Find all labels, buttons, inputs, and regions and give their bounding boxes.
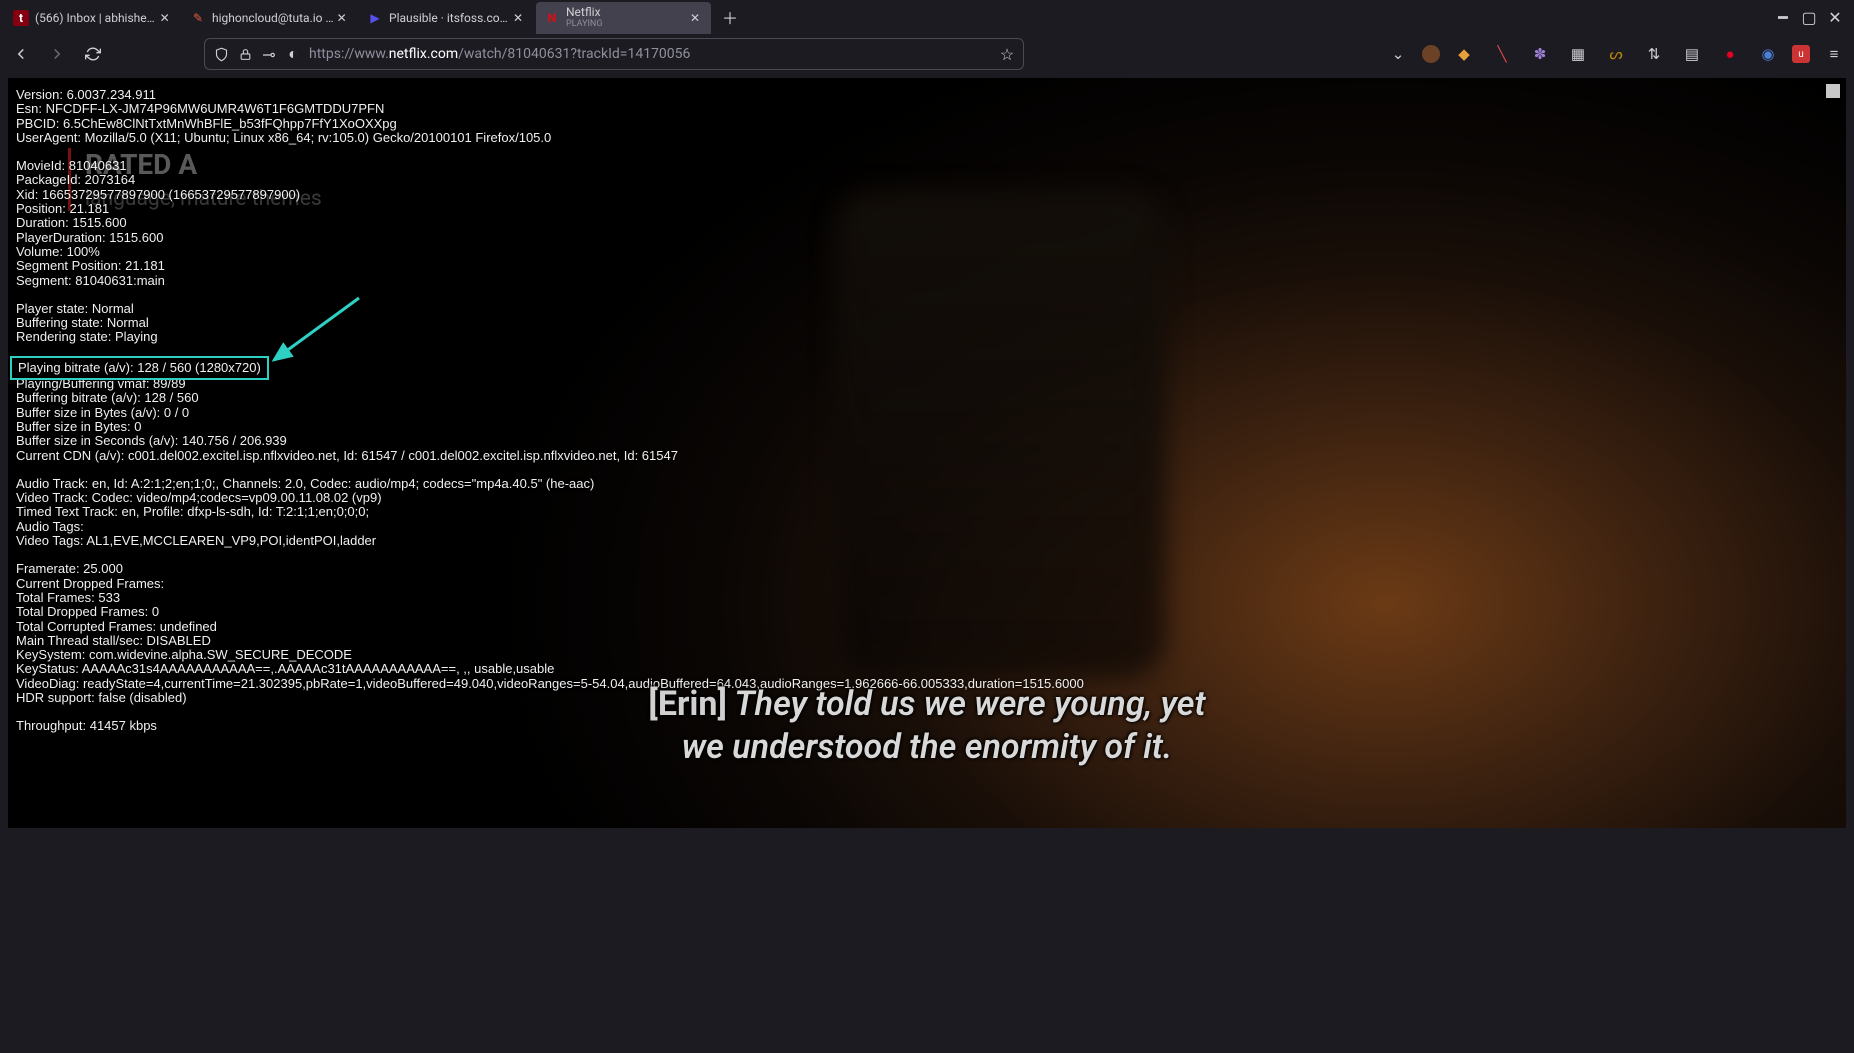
tab-bar: t (566) Inbox | abhishek@li ✕ ✎ highoncl… xyxy=(0,0,1854,34)
bookmark-icon[interactable]: ☆ xyxy=(999,46,1015,62)
close-icon[interactable]: ✕ xyxy=(687,10,703,26)
maximize-button[interactable]: ▢ xyxy=(1802,10,1816,24)
extension-icon-10[interactable]: u xyxy=(1792,45,1810,63)
debug-mainthread: Main Thread stall/sec: DISABLED xyxy=(16,634,1084,648)
subtitle: [Erin] They told us we were young, yet w… xyxy=(8,683,1846,768)
tab-netflix[interactable]: N Netflix PLAYING ✕ xyxy=(536,2,711,34)
debug-volume: Volume: 100% xyxy=(16,245,1084,259)
hamburger-menu-icon[interactable]: ≡ xyxy=(1820,40,1848,68)
debug-buffersizebytes: Buffer size in Bytes (a/v): 0 / 0 xyxy=(16,406,1084,420)
debug-movieid: MovieId: 81040631 xyxy=(16,159,1084,173)
close-icon[interactable]: ✕ xyxy=(510,10,526,26)
debug-playerduration: PlayerDuration: 1515.600 xyxy=(16,231,1084,245)
debug-buffersizesec: Buffer size in Seconds (a/v): 140.756 / … xyxy=(16,434,1084,448)
extension-icon-9[interactable]: ◉ xyxy=(1754,40,1782,68)
extension-icon-1[interactable] xyxy=(1422,45,1440,63)
forward-button[interactable] xyxy=(42,39,72,69)
close-icon[interactable]: ✕ xyxy=(157,10,172,26)
close-debug-button[interactable] xyxy=(1826,84,1840,98)
subtitle-line-2: we understood the enormity of it. xyxy=(682,727,1172,767)
close-window-button[interactable]: ✕ xyxy=(1828,10,1842,24)
debug-renderingstate: Rendering state: Playing xyxy=(16,330,1084,344)
extension-icon-7[interactable]: ⇅ xyxy=(1640,40,1668,68)
extension-icon-8[interactable]: ▤ xyxy=(1678,40,1706,68)
back-button[interactable] xyxy=(6,39,36,69)
debug-cdn: Current CDN (a/v): c001.del002.excitel.i… xyxy=(16,449,1084,463)
debug-audiotags: Audio Tags: xyxy=(16,520,1084,534)
extension-icon-2[interactable]: ◆ xyxy=(1450,40,1478,68)
debug-bufferingstate: Buffering state: Normal xyxy=(16,316,1084,330)
lock-icon[interactable] xyxy=(237,46,253,62)
debug-framerate: Framerate: 25.000 xyxy=(16,562,1084,576)
tab-label: Netflix xyxy=(566,6,602,19)
debug-useragent: UserAgent: Mozilla/5.0 (X11; Ubuntu; Lin… xyxy=(16,131,1084,145)
extension-icon-6[interactable]: ᔕ xyxy=(1602,40,1630,68)
debug-playerstate: Player state: Normal xyxy=(16,302,1084,316)
permission-icon[interactable]: ◐ xyxy=(285,46,301,62)
debug-overlay: Version: 6.0037.234.911 Esn: NFCDFF-LX-J… xyxy=(16,88,1084,734)
pocket-icon[interactable]: ⌄ xyxy=(1384,40,1412,68)
close-icon[interactable]: ✕ xyxy=(334,10,349,26)
video-viewport: RATED A language, mature themes Version:… xyxy=(8,78,1846,828)
debug-position: Position: 21.181 xyxy=(16,202,1084,216)
tuta-icon: t xyxy=(13,10,29,26)
extension-icon-3[interactable]: ╲ xyxy=(1488,40,1516,68)
url-bar[interactable]: ⊸ ◐ https://www.netflix.com/watch/810406… xyxy=(204,38,1024,70)
debug-corrupted: Total Corrupted Frames: undefined xyxy=(16,620,1084,634)
debug-segpos: Segment Position: 21.181 xyxy=(16,259,1084,273)
toolbar-icons: ⌄ ◆ ╲ ✽ ▦ ᔕ ⇅ ▤ ● ◉ u ≡ xyxy=(1384,40,1848,68)
tab-label: (566) Inbox | abhishek@li xyxy=(35,11,157,25)
extension-icon-4[interactable]: ✽ xyxy=(1526,40,1554,68)
reload-button[interactable] xyxy=(78,39,108,69)
debug-bufferingbitrate: Buffering bitrate (a/v): 128 / 560 xyxy=(16,391,1084,405)
netflix-icon: N xyxy=(544,10,560,26)
feather-icon: ✎ xyxy=(190,10,206,26)
url-text: https://www.netflix.com/watch/81040631?t… xyxy=(309,46,991,62)
debug-videotags: Video Tags: AL1,EVE,MCCLEAREN_VP9,POI,id… xyxy=(16,534,1084,548)
debug-keystatus: KeyStatus: AAAAAc31s4AAAAAAAAAAA==,.AAAA… xyxy=(16,662,1084,676)
plausible-icon: ▶ xyxy=(367,10,383,26)
new-tab-button[interactable]: ＋ xyxy=(716,3,744,31)
debug-totaldropped: Total Dropped Frames: 0 xyxy=(16,605,1084,619)
shield-icon[interactable] xyxy=(213,46,229,62)
tab-highoncloud[interactable]: ✎ highoncloud@tuta.io - Tu ✕ xyxy=(182,2,357,34)
tab-label: highoncloud@tuta.io - Tu xyxy=(212,11,334,25)
debug-segment: Segment: 81040631:main xyxy=(16,274,1084,288)
key-icon[interactable]: ⊸ xyxy=(261,46,277,62)
minimize-button[interactable]: ━ xyxy=(1776,10,1790,24)
debug-droppedcurrent: Current Dropped Frames: xyxy=(16,577,1084,591)
debug-totalframes: Total Frames: 533 xyxy=(16,591,1084,605)
tab-label: Plausible · itsfoss.com xyxy=(389,11,510,25)
pinterest-icon[interactable]: ● xyxy=(1716,40,1744,68)
debug-audiotrack: Audio Track: en, Id: A:2:1;2;en;1;0;, Ch… xyxy=(16,477,1084,491)
tab-sublabel: PLAYING xyxy=(566,20,602,30)
debug-packageid: PackageId: 2073164 xyxy=(16,173,1084,187)
extension-icon-5[interactable]: ▦ xyxy=(1564,40,1592,68)
window-controls: ━ ▢ ✕ xyxy=(1776,10,1850,24)
tab-plausible[interactable]: ▶ Plausible · itsfoss.com ✕ xyxy=(359,2,534,34)
subtitle-line-1: They told us we were young, yet xyxy=(727,684,1206,724)
tab-inbox[interactable]: t (566) Inbox | abhishek@li ✕ xyxy=(5,2,180,34)
debug-xid: Xid: 16653729577897900 (1665372957789790… xyxy=(16,188,1084,202)
debug-esn: Esn: NFCDFF-LX-JM74P96MW6UMR4W6T1F6GMTDD… xyxy=(16,102,1084,116)
debug-timedtext: Timed Text Track: en, Profile: dfxp-ls-s… xyxy=(16,505,1084,519)
nav-bar: ⊸ ◐ https://www.netflix.com/watch/810406… xyxy=(0,34,1854,74)
debug-playingbitrate-highlighted: Playing bitrate (a/v): 128 / 560 (1280x7… xyxy=(10,356,269,380)
subtitle-speaker: [Erin] xyxy=(648,684,726,724)
debug-pbcid: PBCID: 6.5ChEw8ClNtTxtMnWhBFlE_b53fFQhpp… xyxy=(16,117,1084,131)
debug-duration: Duration: 1515.600 xyxy=(16,216,1084,230)
